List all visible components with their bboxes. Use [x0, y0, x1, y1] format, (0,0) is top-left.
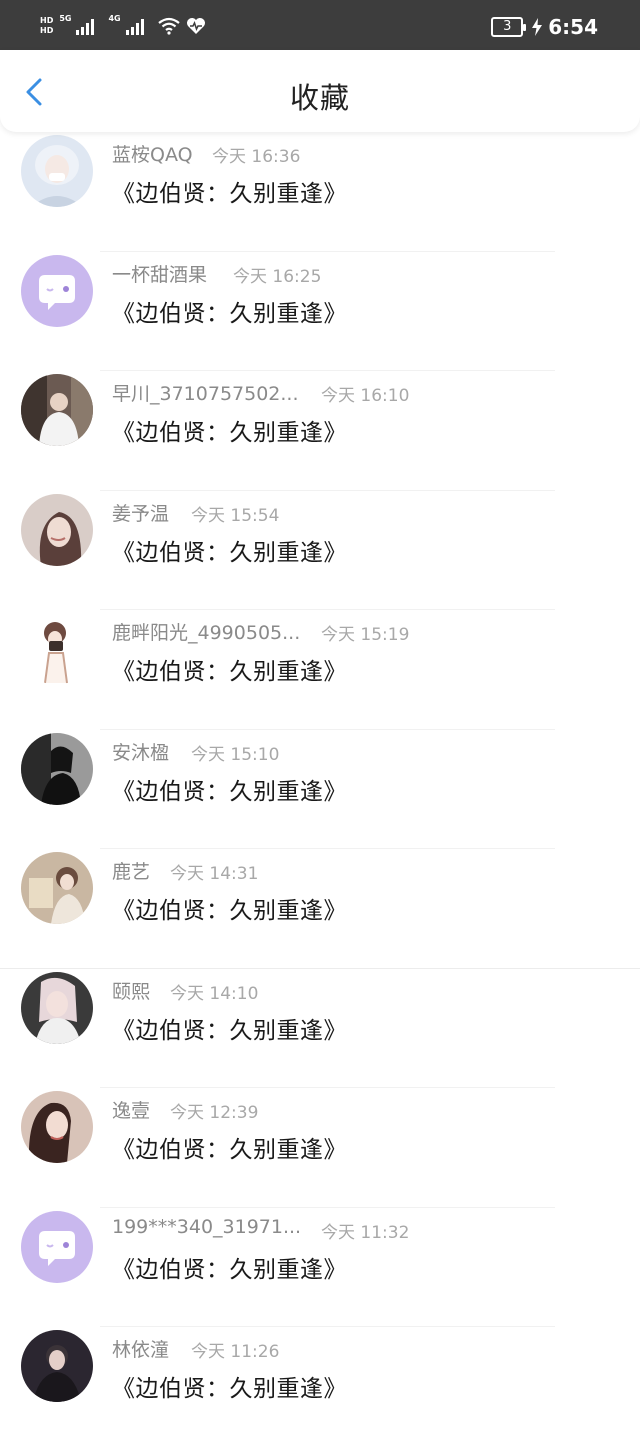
timestamp: 今天 16:36 — [212, 147, 301, 167]
username[interactable]: 早川_3710757502... — [112, 379, 299, 406]
username[interactable]: 一杯甜酒果 — [112, 260, 207, 287]
timestamp: 今天 11:26 — [191, 1342, 280, 1362]
charging-bolt-icon — [532, 18, 543, 36]
avatar[interactable] — [21, 1330, 93, 1402]
list-item[interactable]: 一杯甜酒果 今天 16:25 《边伯贤：久别重逢》 — [0, 252, 640, 371]
default-avatar-chat-icon — [21, 254, 93, 327]
list-item[interactable]: 林依潼 今天 11:26 《边伯贤：久别重逢》 — [0, 1327, 640, 1447]
favorite-title[interactable]: 《边伯贤：久别重逢》 — [112, 1011, 347, 1045]
avatar[interactable] — [21, 374, 93, 446]
favorite-title[interactable]: 《边伯贤：久别重逢》 — [112, 1369, 347, 1403]
hd-label-1: HD — [40, 16, 54, 25]
favorite-title[interactable]: 《边伯贤：久别重逢》 — [112, 1130, 347, 1164]
username[interactable]: 安沐楹 — [112, 738, 169, 765]
status-bar: HD HD 5G 4G 3 6:54 — [0, 0, 640, 50]
clock: 6:54 — [548, 15, 598, 39]
avatar[interactable] — [21, 1210, 93, 1283]
status-right: 3 6:54 — [491, 15, 598, 39]
health-heart-icon — [186, 18, 205, 34]
timestamp: 今天 16:10 — [321, 386, 410, 406]
page-title: 收藏 — [289, 81, 350, 115]
timestamp: 今天 15:54 — [191, 505, 280, 526]
favorite-title[interactable]: 《边伯贤：久别重逢》 — [112, 533, 347, 567]
list-item[interactable]: 鹿畔阳光_4990505... 今天 15:19 《边伯贤：久别重逢》 — [0, 610, 640, 730]
network-4g-label: 4G — [108, 14, 121, 23]
avatar[interactable] — [21, 254, 93, 327]
username[interactable]: 199***340_31971... — [112, 1216, 301, 1238]
username[interactable]: 林依潼 — [112, 1335, 169, 1362]
favorite-title[interactable]: 《边伯贤：久别重逢》 — [112, 1250, 347, 1284]
timestamp: 今天 11:32 — [321, 1222, 410, 1243]
list-item[interactable]: 199***340_31971... 今天 11:32 《边伯贤：久别重逢》 — [0, 1208, 640, 1327]
list-item[interactable]: 安沐楹 今天 15:10 《边伯贤：久别重逢》 — [0, 730, 640, 849]
wifi-icon — [157, 17, 180, 35]
timestamp: 今天 15:19 — [321, 625, 410, 645]
timestamp: 今天 12:39 — [170, 1103, 259, 1123]
timestamp: 今天 14:10 — [170, 983, 259, 1004]
timestamp: 今天 15:10 — [191, 744, 280, 765]
list-item[interactable]: 鹿艺 今天 14:31 《边伯贤：久别重逢》 — [0, 849, 640, 969]
favorite-title[interactable]: 《边伯贤：久别重逢》 — [112, 772, 347, 806]
username[interactable]: 颐熙 — [112, 977, 150, 1004]
avatar[interactable] — [21, 852, 93, 924]
list-item[interactable]: 早川_3710757502... 今天 16:10 《边伯贤：久别重逢》 — [0, 371, 640, 491]
avatar[interactable] — [21, 1091, 93, 1163]
list-item[interactable]: 姜予温 今天 15:54 《边伯贤：久别重逢》 — [0, 491, 640, 610]
favorite-title[interactable]: 《边伯贤：久别重逢》 — [112, 413, 347, 447]
favorites-list: 蓝桉QAQ 今天 16:36 《边伯贤：久别重逢》 一杯甜酒果 今天 16:25… — [0, 132, 640, 1447]
battery-indicator: 3 — [491, 17, 527, 37]
signal-icon — [125, 19, 144, 35]
timestamp: 今天 16:25 — [233, 266, 322, 287]
favorite-title[interactable]: 《边伯贤：久别重逢》 — [112, 174, 347, 208]
username[interactable]: 姜予温 — [112, 499, 169, 526]
favorite-title[interactable]: 《边伯贤：久别重逢》 — [112, 294, 347, 328]
signal-icon — [76, 19, 95, 35]
avatar[interactable] — [21, 971, 93, 1044]
username[interactable]: 蓝桉QAQ — [112, 140, 193, 167]
status-left: HD HD 5G 4G — [40, 14, 206, 38]
hd-label-2: HD — [40, 26, 54, 35]
header-bar: 收藏 — [0, 50, 640, 132]
list-item[interactable]: 蓝桉QAQ 今天 16:36 《边伯贤：久别重逢》 — [0, 132, 640, 252]
avatar[interactable] — [21, 135, 93, 207]
username[interactable]: 鹿艺 — [112, 857, 150, 884]
default-avatar-chat-icon — [21, 1210, 93, 1283]
network-5g-label: 5G — [59, 14, 72, 23]
hd-indicator: HD HD — [40, 16, 53, 36]
favorite-title[interactable]: 《边伯贤：久别重逢》 — [112, 891, 347, 925]
list-item[interactable]: 逸壹 今天 12:39 《边伯贤：久别重逢》 — [0, 1088, 640, 1208]
list-item[interactable]: 颐熙 今天 14:10 《边伯贤：久别重逢》 — [0, 969, 640, 1088]
username[interactable]: 鹿畔阳光_4990505... — [112, 618, 300, 645]
avatar[interactable] — [21, 613, 93, 685]
timestamp: 今天 14:31 — [170, 864, 259, 884]
avatar[interactable] — [21, 732, 93, 805]
avatar[interactable] — [21, 493, 93, 566]
favorite-title[interactable]: 《边伯贤：久别重逢》 — [112, 652, 347, 686]
username[interactable]: 逸壹 — [112, 1096, 150, 1123]
